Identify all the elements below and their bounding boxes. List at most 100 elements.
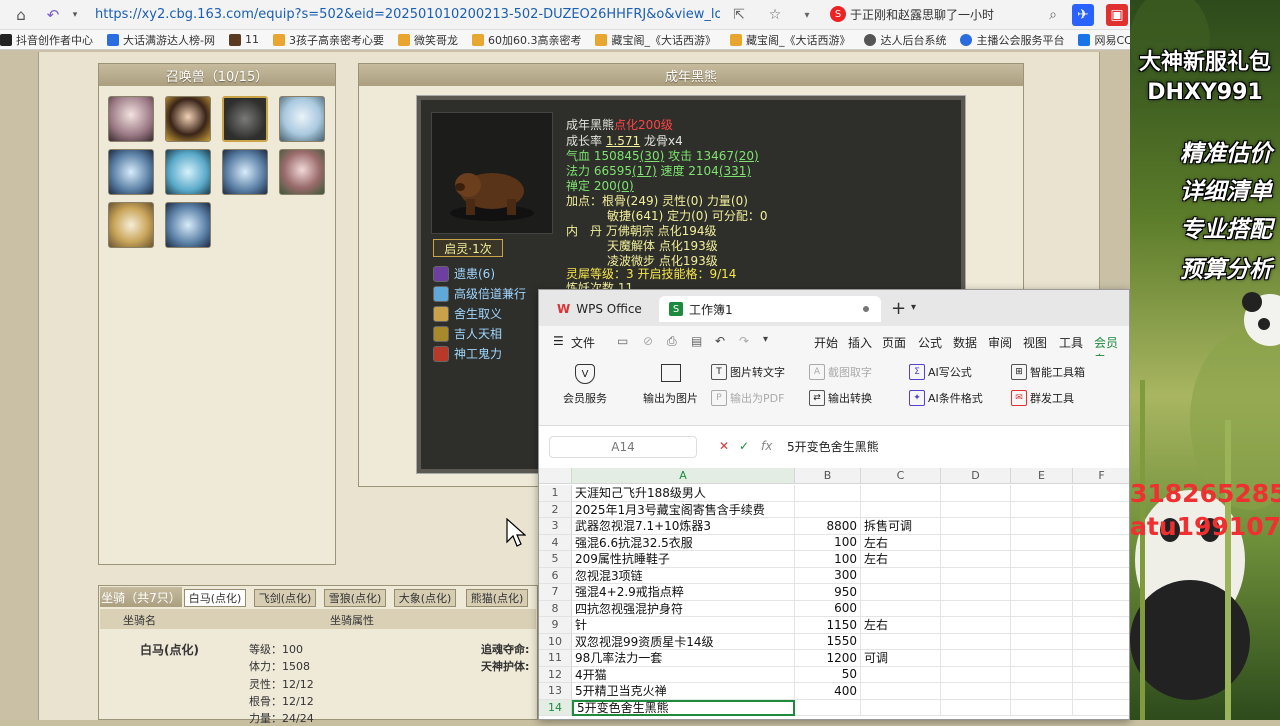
share-icon[interactable]: ⇱ xyxy=(728,4,750,26)
menu-formula[interactable]: 公式 xyxy=(918,334,942,351)
bookmark-item[interactable]: 60加60.3高亲密考 xyxy=(471,32,581,48)
cell-c-9[interactable]: 左右 xyxy=(861,617,941,634)
smart-toolbox-button[interactable]: ⊞ 智能工具箱 xyxy=(1011,364,1085,380)
pet-thumbnail[interactable] xyxy=(279,149,325,195)
cell-d-7[interactable] xyxy=(941,584,1011,601)
bookmark-item[interactable]: 主播公会服务平台 xyxy=(960,32,1064,48)
cell-f-7[interactable] xyxy=(1073,584,1129,601)
cell-d-9[interactable] xyxy=(941,617,1011,634)
cell-e-14[interactable] xyxy=(1011,699,1073,716)
bookmark-item[interactable]: 藏宝阁_《大话西游》 xyxy=(595,32,716,48)
ai-formula-button[interactable]: Σ AI写公式 xyxy=(909,364,972,380)
app-icon[interactable]: ▣ xyxy=(1106,4,1128,26)
extension-icon[interactable]: ✈ xyxy=(1072,4,1094,26)
undo-icon[interactable]: ↶ xyxy=(715,334,725,348)
cell-f-11[interactable] xyxy=(1073,650,1129,667)
bookmark-item[interactable]: 抖音创作者中心 xyxy=(0,32,93,48)
search-icon[interactable]: ⌕ xyxy=(1042,4,1064,26)
cell-a-11[interactable]: 98几率法力一套 xyxy=(572,650,795,667)
confirm-icon[interactable]: ✓ xyxy=(739,439,749,453)
row-header[interactable]: 9 xyxy=(539,617,572,634)
pet-thumbnail[interactable] xyxy=(108,202,154,248)
print-icon[interactable]: ⎙ xyxy=(667,334,677,349)
cell-a-12[interactable]: 4开猫 xyxy=(572,666,795,683)
cell-c-2[interactable] xyxy=(861,501,941,518)
column-header[interactable]: C xyxy=(861,468,941,484)
cancel-icon[interactable]: ✕ xyxy=(719,439,729,453)
bookmark-item[interactable]: 微笑哥龙 xyxy=(397,32,458,48)
cell-f-1[interactable] xyxy=(1073,485,1129,502)
pet-thumbnail[interactable] xyxy=(165,149,211,195)
menu-page[interactable]: 页面 xyxy=(882,334,906,351)
pet-thumbnail[interactable] xyxy=(165,96,211,142)
menu-home[interactable]: 开始 xyxy=(814,334,838,351)
hamburger-icon[interactable]: ☰ xyxy=(553,334,564,348)
column-header[interactable]: A xyxy=(572,468,795,484)
cell-a-2[interactable]: 2025年1月3号藏宝阁寄售含手续费 xyxy=(572,501,795,518)
cell-a-6[interactable]: 忽视混3项链 xyxy=(572,567,795,584)
pet-thumbnail[interactable] xyxy=(222,149,268,195)
cell-d-14[interactable] xyxy=(941,699,1011,716)
cell-f-8[interactable] xyxy=(1073,601,1129,617)
row-header[interactable]: 6 xyxy=(539,567,572,584)
cell-c-1[interactable] xyxy=(861,485,941,502)
cell-c-5[interactable]: 左右 xyxy=(861,551,941,568)
cell-b-11[interactable]: 1200 xyxy=(795,650,861,667)
cell-b-1[interactable] xyxy=(795,485,861,502)
chevron-down-icon[interactable]: ▾ xyxy=(763,334,768,345)
cell-b-10[interactable]: 1550 xyxy=(795,633,861,650)
cell-d-3[interactable] xyxy=(941,518,1011,535)
row-header[interactable]: 11 xyxy=(539,650,572,667)
pet-thumbnail[interactable] xyxy=(279,96,325,142)
column-header[interactable]: E xyxy=(1011,468,1073,484)
cell-b-7[interactable]: 950 xyxy=(795,584,861,601)
menu-review[interactable]: 审阅 xyxy=(988,334,1012,351)
cell-f-5[interactable] xyxy=(1073,551,1129,568)
menu-data[interactable]: 数据 xyxy=(953,334,977,351)
cell-c-11[interactable]: 可调 xyxy=(861,650,941,667)
row-header[interactable]: 12 xyxy=(539,666,572,683)
pet-thumbnail-selected[interactable] xyxy=(222,96,268,142)
cell-f-4[interactable] xyxy=(1073,535,1129,551)
member-service-button[interactable]: V 会员服务 xyxy=(563,364,607,406)
preview-icon[interactable]: ▤ xyxy=(691,334,702,348)
cell-e-6[interactable] xyxy=(1011,567,1073,584)
tab-menu-icon[interactable]: ▾ xyxy=(911,302,916,313)
row-header[interactable]: 14 xyxy=(539,699,572,716)
cell-a-4[interactable]: 强混6.6抗混32.5衣服 xyxy=(572,534,795,551)
skill-item[interactable]: 神工鬼力 xyxy=(433,345,502,362)
cell-e-9[interactable] xyxy=(1011,617,1073,634)
cell-d-4[interactable] xyxy=(941,534,1011,551)
cell-b-5[interactable]: 100 xyxy=(795,551,861,568)
cell-a-1[interactable]: 天涯知己飞升188级男人 xyxy=(572,485,795,502)
cell-c-6[interactable] xyxy=(861,567,941,584)
cell-e-7[interactable] xyxy=(1011,584,1073,601)
row-header[interactable]: 2 xyxy=(539,501,572,518)
bookmark-item[interactable]: 达人后台系统 xyxy=(864,32,946,48)
cell-a-3[interactable]: 武器忽视混7.1+10炼器3 xyxy=(572,518,795,535)
cell-b-3[interactable]: 8800 xyxy=(795,518,861,535)
cell-e-2[interactable] xyxy=(1011,501,1073,518)
cell-d-5[interactable] xyxy=(941,551,1011,568)
dropdown-icon[interactable]: ▾ xyxy=(62,2,88,28)
cell-c-4[interactable]: 左右 xyxy=(861,534,941,551)
cell-e-11[interactable] xyxy=(1011,650,1073,667)
cell-e-5[interactable] xyxy=(1011,551,1073,568)
formula-input[interactable]: 5开变色舍生黑熊 xyxy=(787,434,879,458)
mount-tab[interactable]: 雪狼(点化) xyxy=(324,589,386,607)
screenshot-text-button[interactable]: A 截图取字 xyxy=(809,364,872,380)
fx-icon[interactable]: fx xyxy=(761,439,772,453)
cell-f-10[interactable] xyxy=(1073,634,1129,650)
menu-insert[interactable]: 插入 xyxy=(848,334,872,351)
export-image-button[interactable]: 输出为图片 xyxy=(643,364,698,406)
menu-tools[interactable]: 工具 xyxy=(1059,334,1083,351)
pet-thumbnail[interactable] xyxy=(108,96,154,142)
bookmark-item[interactable]: 藏宝阁_《大话西游》 xyxy=(729,32,850,48)
cell-f-13[interactable] xyxy=(1073,683,1129,700)
chevron-down-icon[interactable]: ▾ xyxy=(796,4,818,26)
select-all-corner[interactable] xyxy=(539,468,572,484)
mount-tab[interactable]: 飞剑(点化) xyxy=(254,589,316,607)
bookmark-item[interactable]: 11 xyxy=(228,33,259,46)
mount-tab[interactable]: 大象(点化) xyxy=(394,589,456,607)
cell-d-10[interactable] xyxy=(941,633,1011,650)
